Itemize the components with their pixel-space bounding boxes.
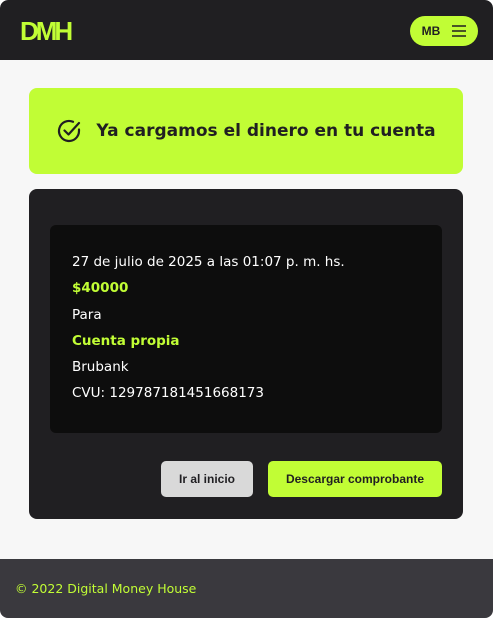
success-banner: Ya cargamos el dinero en tu cuenta bbox=[29, 88, 463, 174]
cvu: CVU: 129787181451668173 bbox=[72, 385, 264, 402]
bank-name: Brubank bbox=[72, 359, 129, 376]
logo[interactable]: DMH bbox=[20, 18, 73, 44]
user-menu-button[interactable]: MB bbox=[410, 16, 478, 46]
receipt-details: 27 de julio de 2025 a las 01:07 p. m. hs… bbox=[50, 225, 442, 433]
transaction-date: 27 de julio de 2025 a las 01:07 p. m. hs… bbox=[72, 254, 345, 270]
amount: $40000 bbox=[72, 280, 129, 297]
to-label: Para bbox=[72, 306, 102, 323]
receipt-card: 27 de julio de 2025 a las 01:07 p. m. hs… bbox=[29, 189, 463, 519]
hamburger-icon bbox=[452, 25, 467, 37]
user-initials: MB bbox=[421, 24, 441, 38]
success-message: Ya cargamos el dinero en tu cuenta bbox=[96, 121, 436, 141]
page: DMH MB Ya cargamos el dinero en tu cuent… bbox=[0, 0, 493, 618]
footer: © 2022 Digital Money House bbox=[0, 559, 493, 618]
home-button[interactable]: Ir al inicio bbox=[161, 461, 253, 497]
copyright: © 2022 Digital Money House bbox=[15, 581, 197, 596]
download-receipt-button[interactable]: Descargar comprobante bbox=[268, 461, 442, 497]
header: DMH MB bbox=[0, 0, 493, 60]
check-circle-icon bbox=[58, 119, 81, 143]
account-name: Cuenta propia bbox=[72, 332, 180, 349]
